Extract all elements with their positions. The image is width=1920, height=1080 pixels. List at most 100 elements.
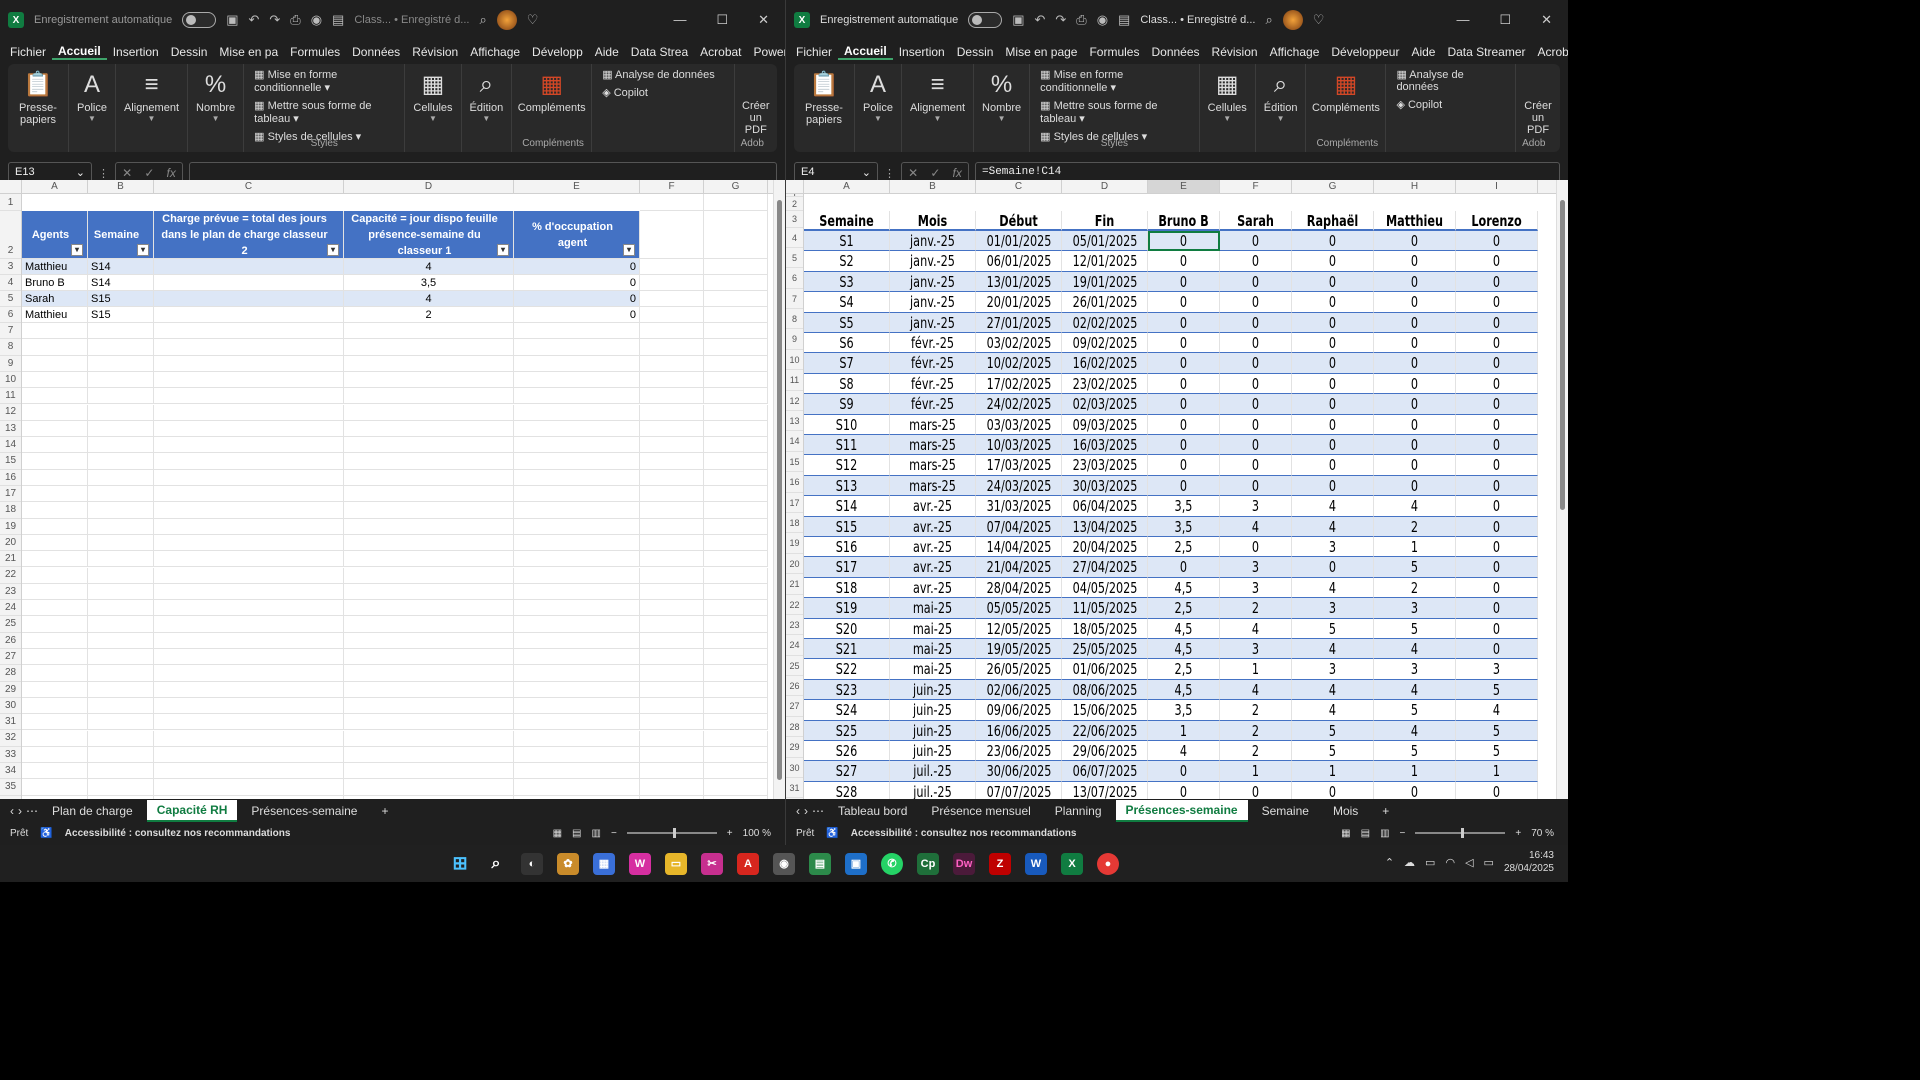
cell[interactable]: 20/04/2025 [1062,537,1148,558]
cell[interactable]: S15 [88,291,154,307]
cell[interactable]: 0 [1456,292,1538,313]
cell[interactable]: 0 [1374,435,1456,456]
cell[interactable]: 0 [1456,455,1538,476]
cell[interactable] [154,746,344,764]
cell[interactable]: juil.-25 [890,781,976,799]
column-header[interactable]: H [1374,180,1456,193]
cell[interactable] [514,632,640,649]
cell[interactable] [344,339,514,356]
cell[interactable] [704,275,768,291]
cell[interactable] [154,307,344,323]
edit-button[interactable]: ⌕ Édition ▼ [1256,64,1307,152]
cell[interactable]: 22/06/2025 [1062,720,1148,741]
cell[interactable] [88,616,154,633]
cell[interactable]: 23/02/2025 [1062,373,1148,395]
menu-tab-12[interactable]: Acrobat [694,45,747,59]
cell[interactable] [640,583,704,601]
cell[interactable]: Matthieu [22,307,88,323]
cell[interactable] [88,371,154,389]
menu-tab-10[interactable]: Aide [589,45,625,59]
cell[interactable]: mars-25 [890,455,976,476]
row-header[interactable]: 26 [0,633,21,649]
cell[interactable]: 0 [1220,475,1292,497]
file-name[interactable]: Class... • Enregistré d... [1140,14,1255,26]
column-header[interactable]: C [976,180,1062,193]
cell[interactable] [514,697,640,715]
cell[interactable] [704,534,768,552]
cell[interactable]: 4 [1292,577,1374,599]
menu-tab-1[interactable]: Accueil [838,44,893,60]
column-header[interactable]: I [1456,180,1538,193]
cell[interactable] [88,779,154,796]
menu-tab-7[interactable]: Révision [1206,45,1264,59]
cell[interactable]: 27/01/2025 [976,312,1062,333]
cell[interactable] [22,534,88,552]
cell[interactable]: 13/07/2025 [1062,781,1148,799]
cell[interactable] [704,518,768,535]
word-icon[interactable]: W [1025,852,1047,875]
cell[interactable] [154,355,344,372]
cell[interactable]: 0 [1292,333,1374,354]
cell[interactable]: 0 [1374,394,1456,415]
cell[interactable] [344,388,514,405]
cell[interactable]: 23/06/2025 [976,741,1062,762]
cell[interactable]: 24/03/2025 [976,475,1062,497]
cell[interactable]: Semaine ▾ [88,211,154,259]
cell[interactable]: 0 [1374,455,1456,476]
cell[interactable]: 13/01/2025 [976,271,1062,293]
cell[interactable]: 0 [1220,435,1292,456]
cell[interactable]: 0 [1220,414,1292,435]
sheet-tab[interactable]: Tableau bord [828,801,917,821]
cell[interactable] [88,632,154,649]
cell[interactable]: Raphaël [1292,211,1374,231]
cell[interactable]: 5 [1292,720,1374,741]
cell[interactable] [154,779,344,796]
row-header[interactable]: 16 [786,472,803,493]
cell[interactable]: juin-25 [890,720,976,741]
cell[interactable]: S15 [88,307,154,323]
cell[interactable] [88,420,154,438]
cell[interactable] [640,763,704,780]
cell[interactable] [154,583,344,601]
column-header[interactable]: B [88,180,154,193]
battery-icon[interactable]: ▭ [1484,856,1494,869]
cell[interactable]: 0 [1148,761,1220,782]
cell[interactable]: 24/02/2025 [976,394,1062,415]
row-header[interactable]: 28 [786,717,803,738]
cell[interactable]: S12 [804,455,890,476]
cell[interactable]: Bruno B [1148,211,1220,231]
cell[interactable]: Fin [1062,211,1148,231]
cell[interactable] [344,616,514,633]
cell[interactable]: S24 [804,700,890,721]
cell[interactable]: S28 [804,781,890,799]
menu-tab-12[interactable]: Acrobat [1532,45,1569,59]
cell[interactable] [344,730,514,747]
cell[interactable]: 0 [1374,373,1456,395]
cell[interactable]: 0 [1374,312,1456,333]
row-header[interactable]: 16 [0,470,21,486]
row-header[interactable]: 30 [786,758,803,779]
row-header[interactable]: 7 [786,289,803,310]
app-icon[interactable]: ▣ [845,852,867,875]
cell[interactable]: 2 [344,307,514,323]
cell[interactable] [640,665,704,682]
cell[interactable]: 4,5 [1148,618,1220,639]
cell[interactable]: Lorenzo [1456,211,1538,231]
cell[interactable]: 1 [1374,537,1456,558]
maximize-icon[interactable]: ☐ [716,12,728,28]
filter-dropdown-icon[interactable]: ▾ [327,244,339,256]
prev-sheet-icon[interactable]: ‹ [796,804,800,818]
cell[interactable]: 0 [1292,414,1374,435]
cell[interactable] [640,551,704,568]
sheet-tab[interactable]: Capacité RH [146,800,238,822]
cell[interactable] [640,746,704,764]
cell[interactable]: Sarah [22,291,88,307]
cell[interactable] [514,355,640,372]
cell[interactable]: 06/04/2025 [1062,496,1148,517]
cell[interactable] [154,486,344,503]
cell[interactable]: 20/01/2025 [976,292,1062,313]
lightbulb-icon[interactable]: ♡ [1313,12,1325,28]
cell[interactable] [514,339,640,356]
cell[interactable]: 4 [1292,496,1374,517]
menu-tab-9[interactable]: Développ [526,45,589,59]
